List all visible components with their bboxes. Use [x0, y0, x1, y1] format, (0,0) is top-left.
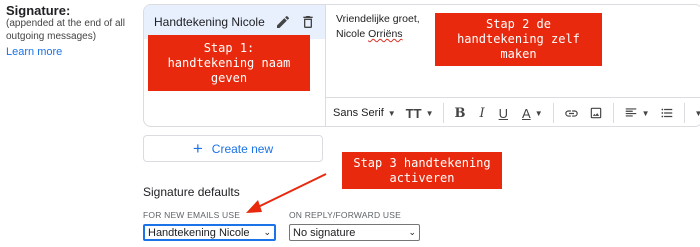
toolbar-divider: [552, 103, 554, 123]
text-color-icon: A: [522, 105, 531, 121]
caret-down-icon: ▼: [387, 108, 396, 118]
text-size-icon: TT: [405, 105, 422, 121]
align-button[interactable]: ▼: [624, 98, 650, 126]
reply-forward-select-value: No signature: [293, 226, 356, 239]
font-size-button[interactable]: TT ▼: [405, 98, 434, 126]
toolbar-divider: [683, 103, 685, 123]
trash-icon[interactable]: [300, 14, 316, 30]
new-emails-signature-select[interactable]: Handtekening Nicole ⌄: [143, 224, 276, 241]
toolbar-divider: [443, 103, 445, 123]
caret-down-icon: ▼: [534, 108, 543, 118]
italic-button[interactable]: I: [479, 98, 484, 126]
signature-heading: Signature:: [6, 3, 71, 18]
toolbar-divider: [612, 103, 614, 123]
formatting-toolbar: Sans Serif ▼ TT ▼ B I U A ▼ ▼ ▼: [326, 97, 700, 126]
reply-forward-label: ON REPLY/FORWARD USE: [289, 210, 401, 220]
plus-icon: +: [192, 139, 203, 158]
editor-line-2: Nicole Orriëns: [336, 27, 420, 42]
chevron-down-icon: ⌄: [408, 227, 416, 237]
font-family-select[interactable]: Sans Serif ▼: [333, 98, 396, 126]
new-emails-label: FOR NEW EMAILS USE: [143, 210, 241, 220]
editor-first-name: Nicole: [336, 28, 369, 40]
learn-more-link[interactable]: Learn more: [6, 46, 62, 58]
font-family-label: Sans Serif: [333, 107, 384, 119]
new-emails-select-value: Handtekening Nicole: [148, 226, 250, 239]
annotation-step-1: Stap 1: handtekening naam geven: [148, 35, 310, 91]
underline-button[interactable]: U: [499, 98, 508, 126]
create-new-button[interactable]: + Create new: [143, 135, 323, 162]
annotation-step-3: Stap 3 handtekening activeren: [342, 152, 502, 189]
signature-description: (appended at the end of all outgoing mes…: [6, 18, 125, 42]
text-color-button[interactable]: A ▼: [522, 98, 543, 126]
pencil-icon[interactable]: [275, 14, 291, 30]
signature-editor[interactable]: Vriendelijke groet, Nicole Orriëns: [336, 12, 420, 42]
create-new-label: Create new: [211, 141, 274, 156]
editor-line-1: Vriendelijke groet,: [336, 13, 420, 25]
chevron-down-icon: ⌄: [263, 227, 271, 237]
caret-down-icon: ▼: [641, 108, 650, 118]
link-icon[interactable]: [564, 106, 579, 121]
signature-name: Handtekening Nicole: [154, 15, 265, 29]
editor-last-name: Orriëns: [368, 28, 403, 40]
signature-defaults-heading: Signature defaults: [143, 185, 240, 199]
align-left-icon: [625, 108, 636, 117]
reply-forward-signature-select[interactable]: No signature ⌄: [289, 224, 420, 241]
bold-button[interactable]: B: [454, 98, 465, 126]
image-icon[interactable]: [589, 106, 603, 120]
signature-list-item[interactable]: Handtekening Nicole: [144, 5, 325, 39]
caret-down-icon: ▼: [425, 108, 434, 118]
bulleted-list-icon[interactable]: [660, 106, 674, 120]
more-options-icon[interactable]: ▼: [695, 98, 700, 126]
annotation-step-2: Stap 2 de handtekening zelf maken: [435, 13, 602, 66]
